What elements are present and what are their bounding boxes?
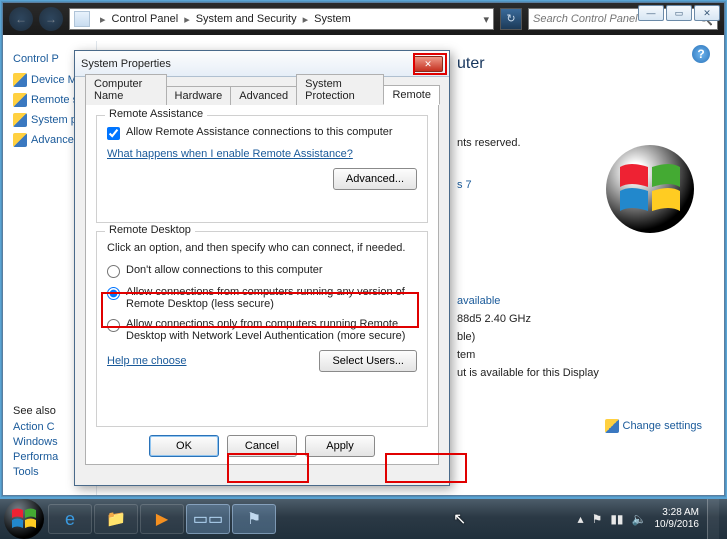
dialog-title: System Properties — [81, 58, 171, 70]
activation-link[interactable]: available — [457, 295, 500, 307]
dialog-footer: OK Cancel Apply — [96, 435, 428, 457]
remote-desktop-intro: Click an option, and then specify who ca… — [107, 242, 405, 254]
start-button[interactable] — [4, 499, 44, 539]
radio-allow-nla[interactable] — [107, 319, 120, 332]
breadcrumb-item[interactable]: Control Panel — [112, 13, 179, 25]
apply-button[interactable]: Apply — [305, 435, 375, 457]
rights-text: nts reserved. — [457, 137, 521, 149]
system-properties-dialog: System Properties ✕ Computer Name Hardwa… — [74, 50, 450, 486]
system-tray: ▴ ⚑ ▮▮ 🔈 3:28 AM 10/9/2016 — [578, 499, 727, 539]
show-desktop-button[interactable] — [707, 499, 719, 539]
close-button[interactable]: ✕ — [694, 5, 720, 21]
select-users-button[interactable]: Select Users... — [319, 350, 417, 372]
radio-label: Allow connections from computers running… — [126, 286, 417, 310]
sidebar-item-label: Remote s — [31, 94, 78, 106]
taskbar-media-player[interactable]: ▶ — [140, 504, 184, 534]
shield-icon — [13, 133, 27, 147]
help-me-choose-link[interactable]: Help me choose — [107, 355, 187, 367]
sidebar-item-label: Device M — [31, 74, 77, 86]
allow-remote-assistance-checkbox[interactable] — [107, 127, 120, 140]
taskbar: e 📁 ▶ ▭▭ ⚑ ▴ ⚑ ▮▮ 🔈 3:28 AM 10/9/2016 — [0, 499, 727, 539]
time-text: 3:28 AM — [655, 507, 700, 519]
maximize-button[interactable]: ▭ — [666, 5, 692, 21]
clock[interactable]: 3:28 AM 10/9/2016 — [655, 507, 700, 531]
refresh-button[interactable]: ↻ — [500, 8, 522, 30]
system-icon: ▭▭ — [193, 509, 223, 529]
edition-link[interactable]: s 7 — [457, 179, 472, 191]
sidebar-item-label: System p — [31, 114, 77, 126]
change-settings-label: Change settings — [623, 420, 703, 432]
app-icon: ⚑ — [247, 509, 261, 529]
taskbar-app[interactable]: ⚑ — [232, 504, 276, 534]
taskbar-explorer[interactable]: 📁 — [94, 504, 138, 534]
group-legend: Remote Desktop — [105, 224, 195, 236]
checkbox-label: Allow Remote Assistance connections to t… — [126, 126, 393, 138]
date-text: 10/9/2016 — [655, 519, 700, 531]
advanced-button[interactable]: Advanced... — [333, 168, 417, 190]
breadcrumb-dropdown-icon[interactable]: ▾ — [483, 13, 489, 26]
radio-label: Don't allow connections to this computer — [126, 264, 323, 276]
location-icon — [74, 11, 90, 27]
cursor-icon: ↖ — [453, 509, 466, 529]
radio-allow-any-version[interactable] — [107, 287, 120, 300]
change-settings-link[interactable]: Change settings — [605, 419, 703, 433]
dialog-body: Computer Name Hardware Advanced System P… — [75, 77, 449, 475]
processor-text: 88d5 2.40 GHz — [457, 313, 531, 325]
windows-logo-icon — [606, 145, 694, 233]
tab-advanced[interactable]: Advanced — [230, 86, 297, 105]
ram-text: ble) — [457, 331, 475, 343]
shield-icon — [605, 419, 619, 433]
dialog-close-button[interactable]: ✕ — [413, 56, 443, 72]
radio-label: Allow connections only from computers ru… — [126, 318, 417, 342]
network-icon[interactable]: ▮▮ — [610, 512, 623, 526]
pen-touch-text: ut is available for this Display — [457, 367, 599, 379]
system-type-text: tem — [457, 349, 475, 361]
cancel-button[interactable]: Cancel — [227, 435, 297, 457]
folder-icon: 📁 — [106, 509, 126, 529]
ok-button[interactable]: OK — [149, 435, 219, 457]
sidebar-item-label: Advance — [31, 134, 74, 146]
group-remote-desktop: Remote Desktop Click an option, and then… — [96, 231, 428, 427]
tab-strip: Computer Name Hardware Advanced System P… — [85, 83, 439, 105]
media-icon: ▶ — [156, 509, 168, 529]
tab-remote[interactable]: Remote — [383, 85, 440, 105]
breadcrumb-item[interactable]: System — [314, 13, 351, 25]
shield-icon — [13, 93, 27, 107]
group-remote-assistance: Remote Assistance Allow Remote Assistanc… — [96, 115, 428, 223]
volume-icon[interactable]: 🔈 — [632, 512, 647, 526]
breadcrumb-item[interactable]: System and Security — [196, 13, 297, 25]
taskbar-ie[interactable]: e — [48, 504, 92, 534]
breadcrumb[interactable]: ▸ Control Panel ▸ System and Security ▸ … — [69, 8, 494, 30]
remote-assistance-help-link[interactable]: What happens when I enable Remote Assist… — [107, 148, 353, 160]
forward-button[interactable]: → — [39, 7, 63, 31]
flag-icon[interactable]: ⚑ — [592, 512, 603, 526]
taskbar-system[interactable]: ▭▭ — [186, 504, 230, 534]
tab-hardware[interactable]: Hardware — [166, 86, 232, 105]
tab-computer-name[interactable]: Computer Name — [85, 74, 167, 105]
tab-page-remote: Remote Assistance Allow Remote Assistanc… — [85, 105, 439, 465]
radio-dont-allow[interactable] — [107, 265, 120, 278]
group-legend: Remote Assistance — [105, 108, 207, 120]
ie-icon: e — [65, 509, 75, 530]
minimize-button[interactable]: — — [638, 5, 664, 21]
page-title: uter — [457, 55, 485, 73]
back-button[interactable]: ← — [9, 7, 33, 31]
tray-chevron-icon[interactable]: ▴ — [578, 512, 584, 526]
tab-system-protection[interactable]: System Protection — [296, 74, 384, 105]
shield-icon — [13, 73, 27, 87]
nav-band: ← → ▸ Control Panel ▸ System and Securit… — [3, 3, 724, 35]
window-controls: — ▭ ✕ — [634, 3, 724, 23]
shield-icon — [13, 113, 27, 127]
